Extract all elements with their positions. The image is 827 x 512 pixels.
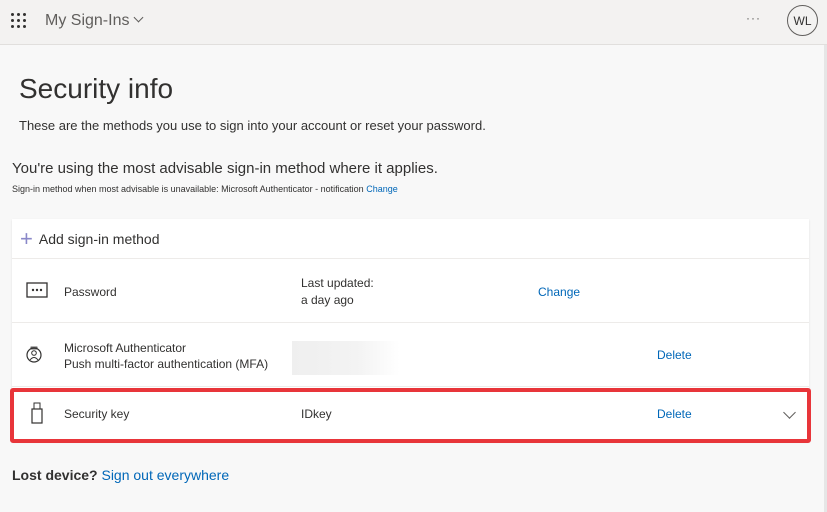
app-title-menu[interactable]: My Sign-Ins	[45, 12, 144, 30]
method-name: Microsoft Authenticator	[64, 341, 187, 355]
app-launcher-icon[interactable]	[11, 13, 27, 29]
sign-out-everywhere-link[interactable]: Sign out everywhere	[101, 467, 229, 483]
change-fallback-link[interactable]: Change	[366, 184, 398, 194]
change-password-link[interactable]: Change	[538, 285, 580, 299]
advisable-message: You're using the most advisable sign-in …	[12, 160, 438, 177]
add-label: Add sign-in method	[38, 230, 160, 247]
last-updated-value: a day ago	[301, 293, 354, 307]
page-subtitle: These are the methods you use to sign in…	[19, 118, 486, 133]
lost-device: Lost device? Sign out everywhere	[12, 467, 229, 483]
password-icon	[26, 282, 48, 298]
fallback-method: Sign-in method when most advisable is un…	[12, 184, 398, 194]
delete-authenticator-link[interactable]: Delete	[657, 348, 692, 362]
more-options-button[interactable]: ···	[746, 11, 761, 25]
last-updated-label: Last updated:	[301, 276, 374, 290]
fallback-text: Sign-in method when most advisable is un…	[12, 184, 364, 194]
authenticator-icon	[26, 346, 42, 363]
redacted-device-name	[292, 341, 400, 375]
method-name: Password	[64, 285, 117, 299]
top-bar: My Sign-Ins ··· WL	[0, 0, 827, 45]
avatar[interactable]: WL	[787, 5, 818, 36]
highlight-box	[10, 388, 811, 443]
page-title: Security info	[19, 73, 174, 104]
chevron-down-icon	[134, 12, 144, 23]
method-row-password: Password Last updated: a day ago Change	[12, 259, 809, 323]
add-sign-in-method-button[interactable]: + Add sign-in method	[12, 219, 809, 259]
lost-device-label: Lost device?	[12, 467, 98, 483]
method-subtitle: Push multi-factor authentication (MFA)	[64, 357, 269, 371]
app-title: My Sign-Ins	[45, 12, 130, 29]
plus-icon: +	[20, 225, 33, 251]
method-row-authenticator: Microsoft Authenticator Push multi-facto…	[12, 323, 809, 387]
